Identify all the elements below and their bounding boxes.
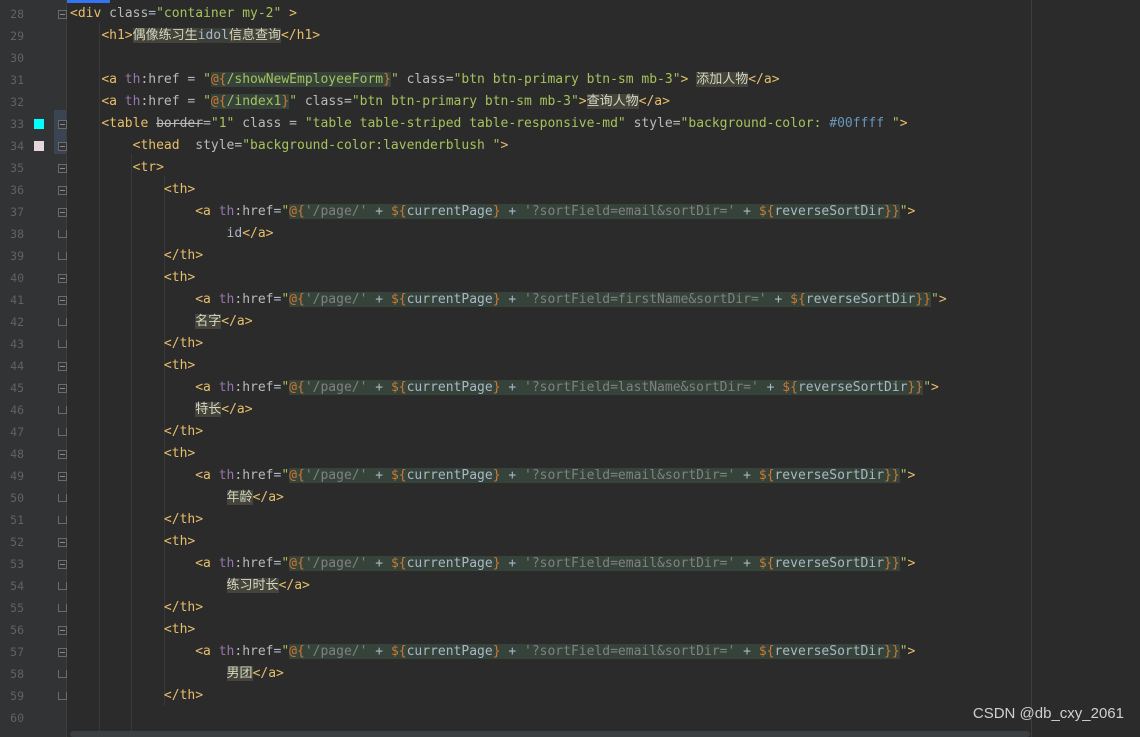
code-line: <a th:href = "@{/index1}" class="btn btn… xyxy=(101,94,670,109)
line-number: 49 xyxy=(10,469,24,483)
line-number: 59 xyxy=(10,689,24,703)
code-line: 年龄</a> xyxy=(226,490,284,505)
right-margin-guide xyxy=(1031,0,1032,737)
code-line: </th> xyxy=(163,248,204,263)
code-line: 特长</a> xyxy=(195,402,253,417)
code-line: <a th:href="@{'/page/' + ${currentPage} … xyxy=(195,644,916,659)
line-number: 53 xyxy=(10,557,24,571)
fold-end-icon[interactable] xyxy=(58,406,67,414)
line-number: 41 xyxy=(10,293,24,307)
code-line: <a th:href="@{'/page/' + ${currentPage} … xyxy=(195,204,916,219)
fold-toggle-icon[interactable] xyxy=(58,362,67,371)
fold-toggle-icon[interactable] xyxy=(58,626,67,635)
fold-end-icon[interactable] xyxy=(58,252,67,260)
line-number: 51 xyxy=(10,513,24,527)
line-number: 33 xyxy=(10,117,24,131)
code-line: <a th:href = "@{/showNewEmployeeForm}" c… xyxy=(101,72,780,87)
fold-toggle-icon[interactable] xyxy=(58,648,67,657)
fold-toggle-icon[interactable] xyxy=(58,208,67,217)
line-number: 40 xyxy=(10,271,24,285)
fold-toggle-icon[interactable] xyxy=(58,472,67,481)
line-number: 39 xyxy=(10,249,24,263)
code-line: 练习时长</a> xyxy=(226,578,310,593)
code-line: </th> xyxy=(163,512,204,527)
horizontal-scrollbar[interactable] xyxy=(70,731,1030,737)
fold-end-icon[interactable] xyxy=(58,692,67,700)
line-number: 29 xyxy=(10,29,24,43)
fold-toggle-icon[interactable] xyxy=(58,120,67,129)
code-line: <h1>偶像练习生idol信息查询</h1> xyxy=(101,28,321,43)
code-line: </th> xyxy=(163,424,204,439)
fold-toggle-icon[interactable] xyxy=(58,384,67,393)
line-number: 38 xyxy=(10,227,24,241)
line-number: 35 xyxy=(10,161,24,175)
fold-toggle-icon[interactable] xyxy=(58,10,67,19)
code-line: <div class="container my-2" > xyxy=(70,6,297,21)
line-number: 48 xyxy=(10,447,24,461)
line-number: 37 xyxy=(10,205,24,219)
code-line: <a th:href="@{'/page/' + ${currentPage} … xyxy=(195,380,939,395)
color-swatch-lavenderblush-icon[interactable] xyxy=(34,141,44,151)
fold-end-icon[interactable] xyxy=(58,340,67,348)
line-number: 34 xyxy=(10,139,24,153)
code-line: <th> xyxy=(163,446,196,461)
fold-end-icon[interactable] xyxy=(58,582,67,590)
code-line: <a th:href="@{'/page/' + ${currentPage} … xyxy=(195,468,916,483)
line-number: 60 xyxy=(10,711,24,725)
code-line: <th> xyxy=(163,270,196,285)
fold-end-icon[interactable] xyxy=(58,604,67,612)
code-line: <th> xyxy=(163,534,196,549)
code-line: </th> xyxy=(163,688,204,703)
code-line: <table border="1" class = "table table-s… xyxy=(101,116,908,131)
watermark: CSDN @db_cxy_2061 xyxy=(972,705,1124,722)
code-line: </th> xyxy=(163,336,204,351)
line-number: 45 xyxy=(10,381,24,395)
code-line: <tr> xyxy=(132,160,164,175)
fold-toggle-icon[interactable] xyxy=(58,450,67,459)
line-number: 30 xyxy=(10,51,24,65)
code-line: 男团</a> xyxy=(226,666,284,681)
line-number: 32 xyxy=(10,95,24,109)
line-number: 52 xyxy=(10,535,24,549)
code-line: <th> xyxy=(163,358,196,373)
line-number: 50 xyxy=(10,491,24,505)
code-line: 名字</a> xyxy=(195,314,253,329)
code-line: <th> xyxy=(163,182,196,197)
fold-toggle-icon[interactable] xyxy=(58,142,67,151)
code-line: <a th:href="@{'/page/' + ${currentPage} … xyxy=(195,292,947,307)
line-number: 36 xyxy=(10,183,24,197)
fold-end-icon[interactable] xyxy=(58,428,67,436)
fold-toggle-icon[interactable] xyxy=(58,296,67,305)
fold-end-icon[interactable] xyxy=(58,494,67,502)
line-number: 46 xyxy=(10,403,24,417)
line-number: 47 xyxy=(10,425,24,439)
color-swatch-cyan-icon[interactable] xyxy=(34,119,44,129)
line-number: 58 xyxy=(10,667,24,681)
code-line: id</a> xyxy=(226,226,274,241)
fold-end-icon[interactable] xyxy=(58,670,67,678)
fold-end-icon[interactable] xyxy=(58,230,67,238)
line-number: 43 xyxy=(10,337,24,351)
line-number: 56 xyxy=(10,623,24,637)
line-number: 54 xyxy=(10,579,24,593)
code-line: <th> xyxy=(163,622,196,637)
code-line: <thead style="background-color:lavenderb… xyxy=(132,138,509,153)
line-number: 55 xyxy=(10,601,24,615)
fold-end-icon[interactable] xyxy=(58,318,67,326)
code-line: <a th:href="@{'/page/' + ${currentPage} … xyxy=(195,556,916,571)
line-number: 44 xyxy=(10,359,24,373)
line-number: 31 xyxy=(10,73,24,87)
code-line: </th> xyxy=(163,600,204,615)
line-number: 57 xyxy=(10,645,24,659)
fold-toggle-icon[interactable] xyxy=(58,164,67,173)
line-number: 42 xyxy=(10,315,24,329)
fold-toggle-icon[interactable] xyxy=(58,274,67,283)
line-number: 28 xyxy=(10,7,24,21)
fold-end-icon[interactable] xyxy=(58,516,67,524)
fold-toggle-icon[interactable] xyxy=(58,186,67,195)
fold-toggle-icon[interactable] xyxy=(58,538,67,547)
fold-toggle-icon[interactable] xyxy=(58,560,67,569)
